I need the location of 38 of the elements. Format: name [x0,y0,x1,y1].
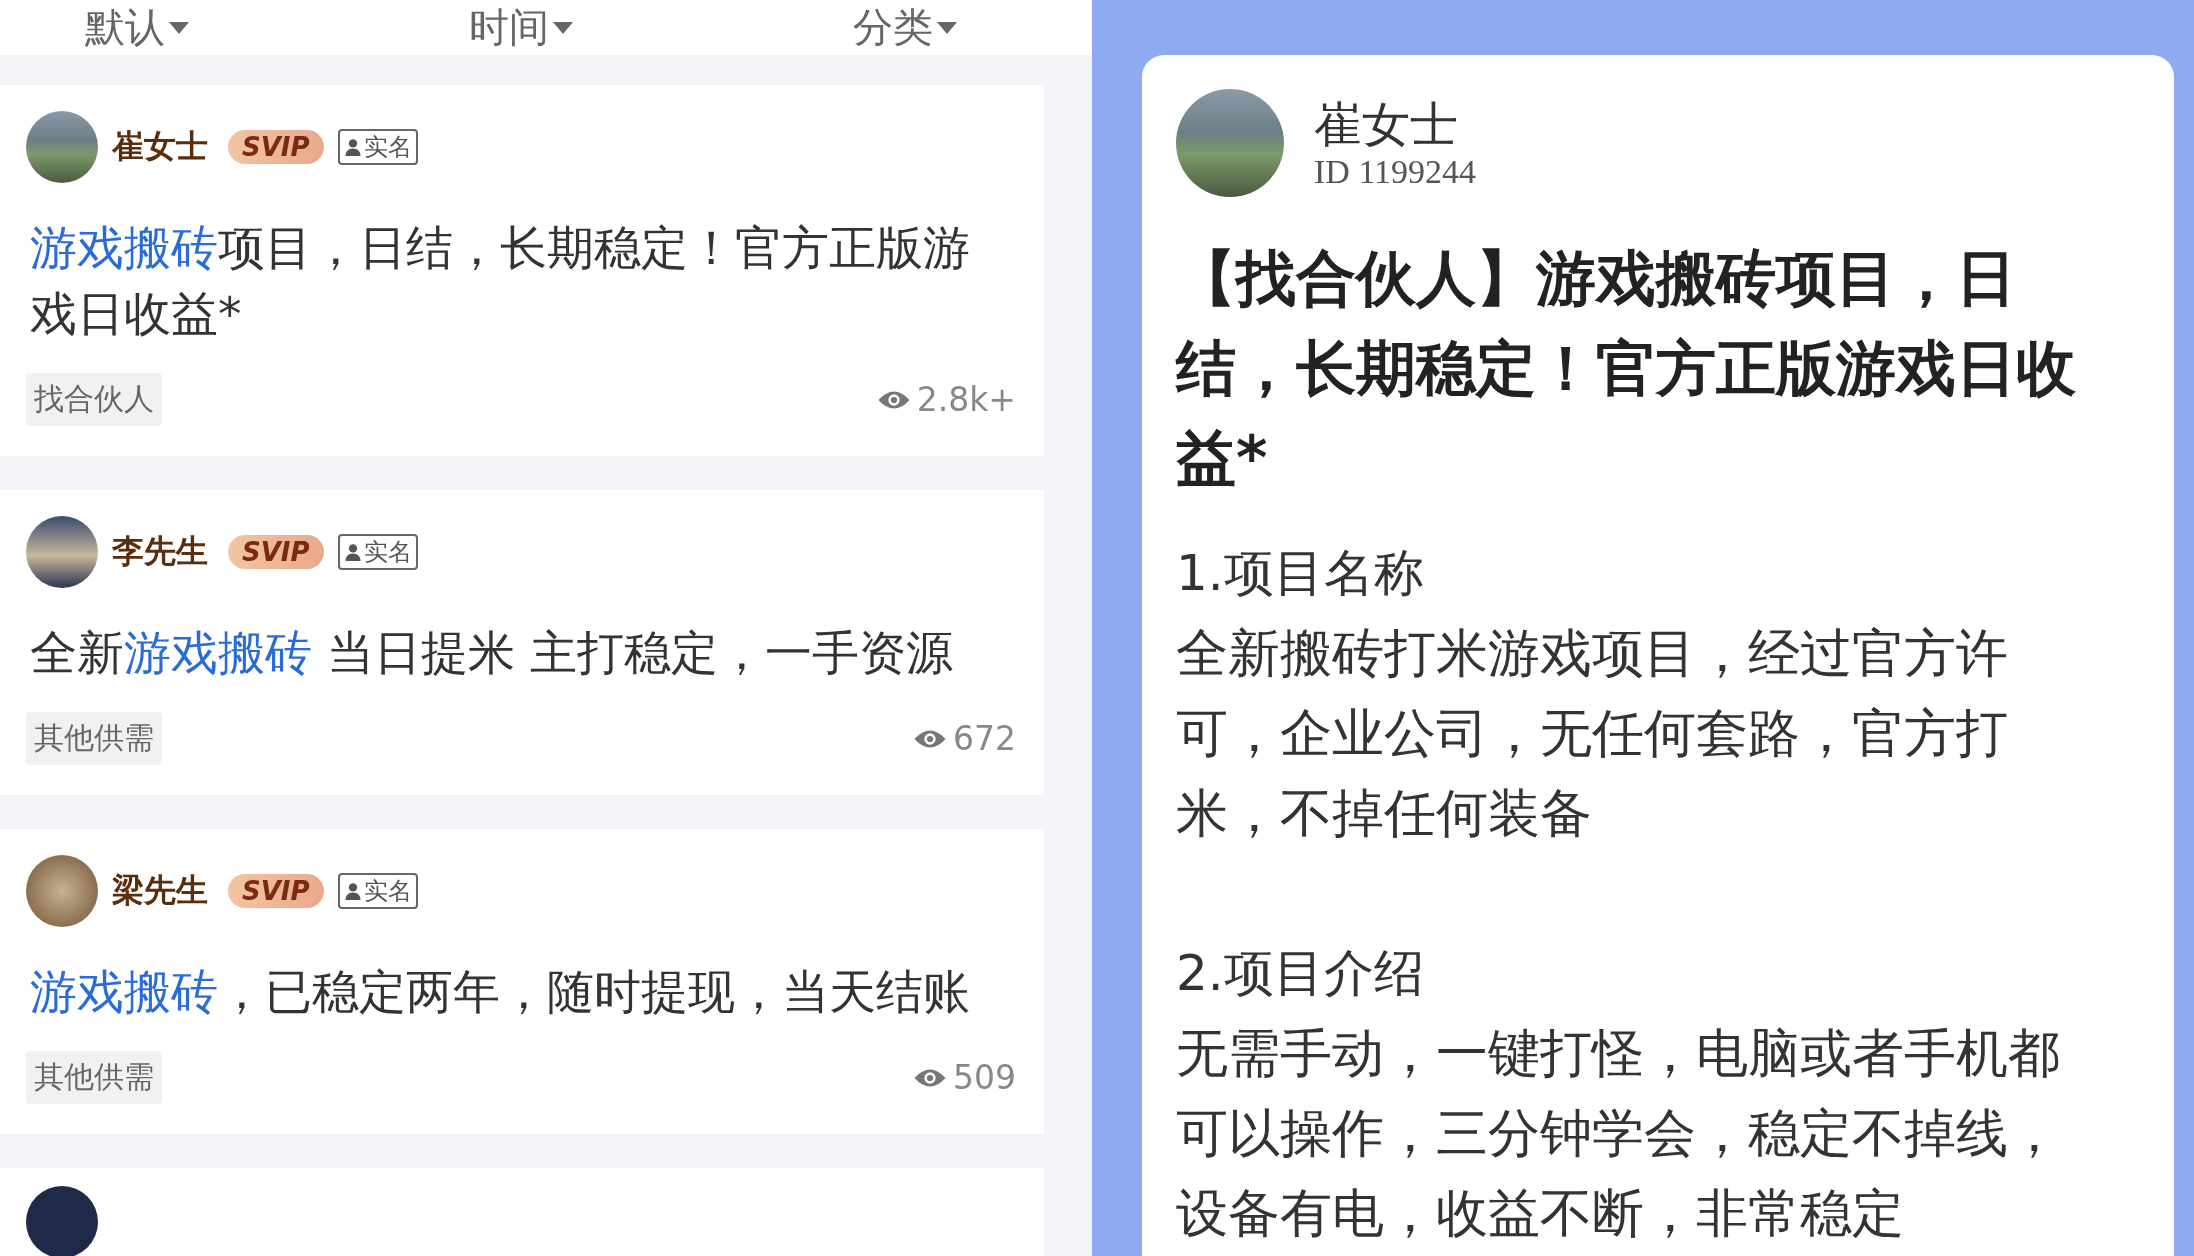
post-title: 全新游戏搬砖 当日提米 主打稳定，一手资源 [30,624,954,682]
category-tag: 找合伙人 [26,373,162,426]
section-heading: 1.项目名称 [1176,543,1425,604]
caret-icon [553,21,573,34]
post-card[interactable]: 崔女士 SVIP 实名 游戏搬砖项目，日结，长期稳定！官方正版游戏日收益* 找合伙人 2.8k+ [0,85,1044,456]
post-title: 【找合伙人】游戏搬砖项目，日结，长期稳定！官方正版游戏日收益* [1176,242,2077,495]
post-title: 游戏搬砖，已稳定两年，随时提现，当天结账 [30,963,971,1021]
category-tag: 其他供需 [26,712,162,765]
user-id: ID 1199244 [1314,153,1477,191]
view-count: 672 [953,719,1016,758]
caret-icon [937,21,957,34]
verified-badge: 实名 [337,129,418,165]
author-name: 梁先生 [112,870,208,911]
person-icon [343,882,362,900]
section-text: 全新搬砖打米游戏项目，经过官方许可，企业公司，无任何套路，官方打米，不掉任何装备 [1176,622,2009,845]
category-tag: 其他供需 [26,1051,162,1104]
svip-badge: SVIP [228,874,324,908]
post-card[interactable]: 李先生 SVIP 实名 全新游戏搬砖 当日提米 主打稳定，一手资源 其他供需 672 [0,490,1044,795]
author-name: 李先生 [112,531,208,572]
section-heading: 2.项目介绍 [1176,943,1425,1004]
post-card[interactable] [0,1168,1044,1256]
post-card[interactable]: 梁先生 SVIP 实名 游戏搬砖，已稳定两年，随时提现，当天结账 其他供需 509 [0,829,1044,1134]
svip-badge: SVIP [228,130,324,164]
view-count: 509 [953,1058,1016,1097]
verified-badge: 实名 [337,534,418,570]
caret-icon [169,21,189,34]
sort-dropdown[interactable]: 时间 [469,0,573,55]
person-icon [343,138,362,156]
sort-dropdown[interactable]: 分类 [853,0,957,55]
section-text: 无需手动，一键打怪，电脑或者手机都可以操作，三分钟学会，稳定不掉线，设备有电，收益不断，非常稳定 [1176,1022,2061,1245]
view-count: 2.8k+ [916,380,1016,419]
person-icon [343,543,362,561]
sort-dropdown[interactable]: 默认 [85,0,189,55]
author-name: 崔女士 [1314,95,1459,153]
author-name: 崔女士 [112,126,208,167]
svip-badge: SVIP [228,535,324,569]
verified-badge: 实名 [337,873,418,909]
post-title: 游戏搬砖项目，日结，长期稳定！官方正版游戏日收益* [30,219,971,343]
